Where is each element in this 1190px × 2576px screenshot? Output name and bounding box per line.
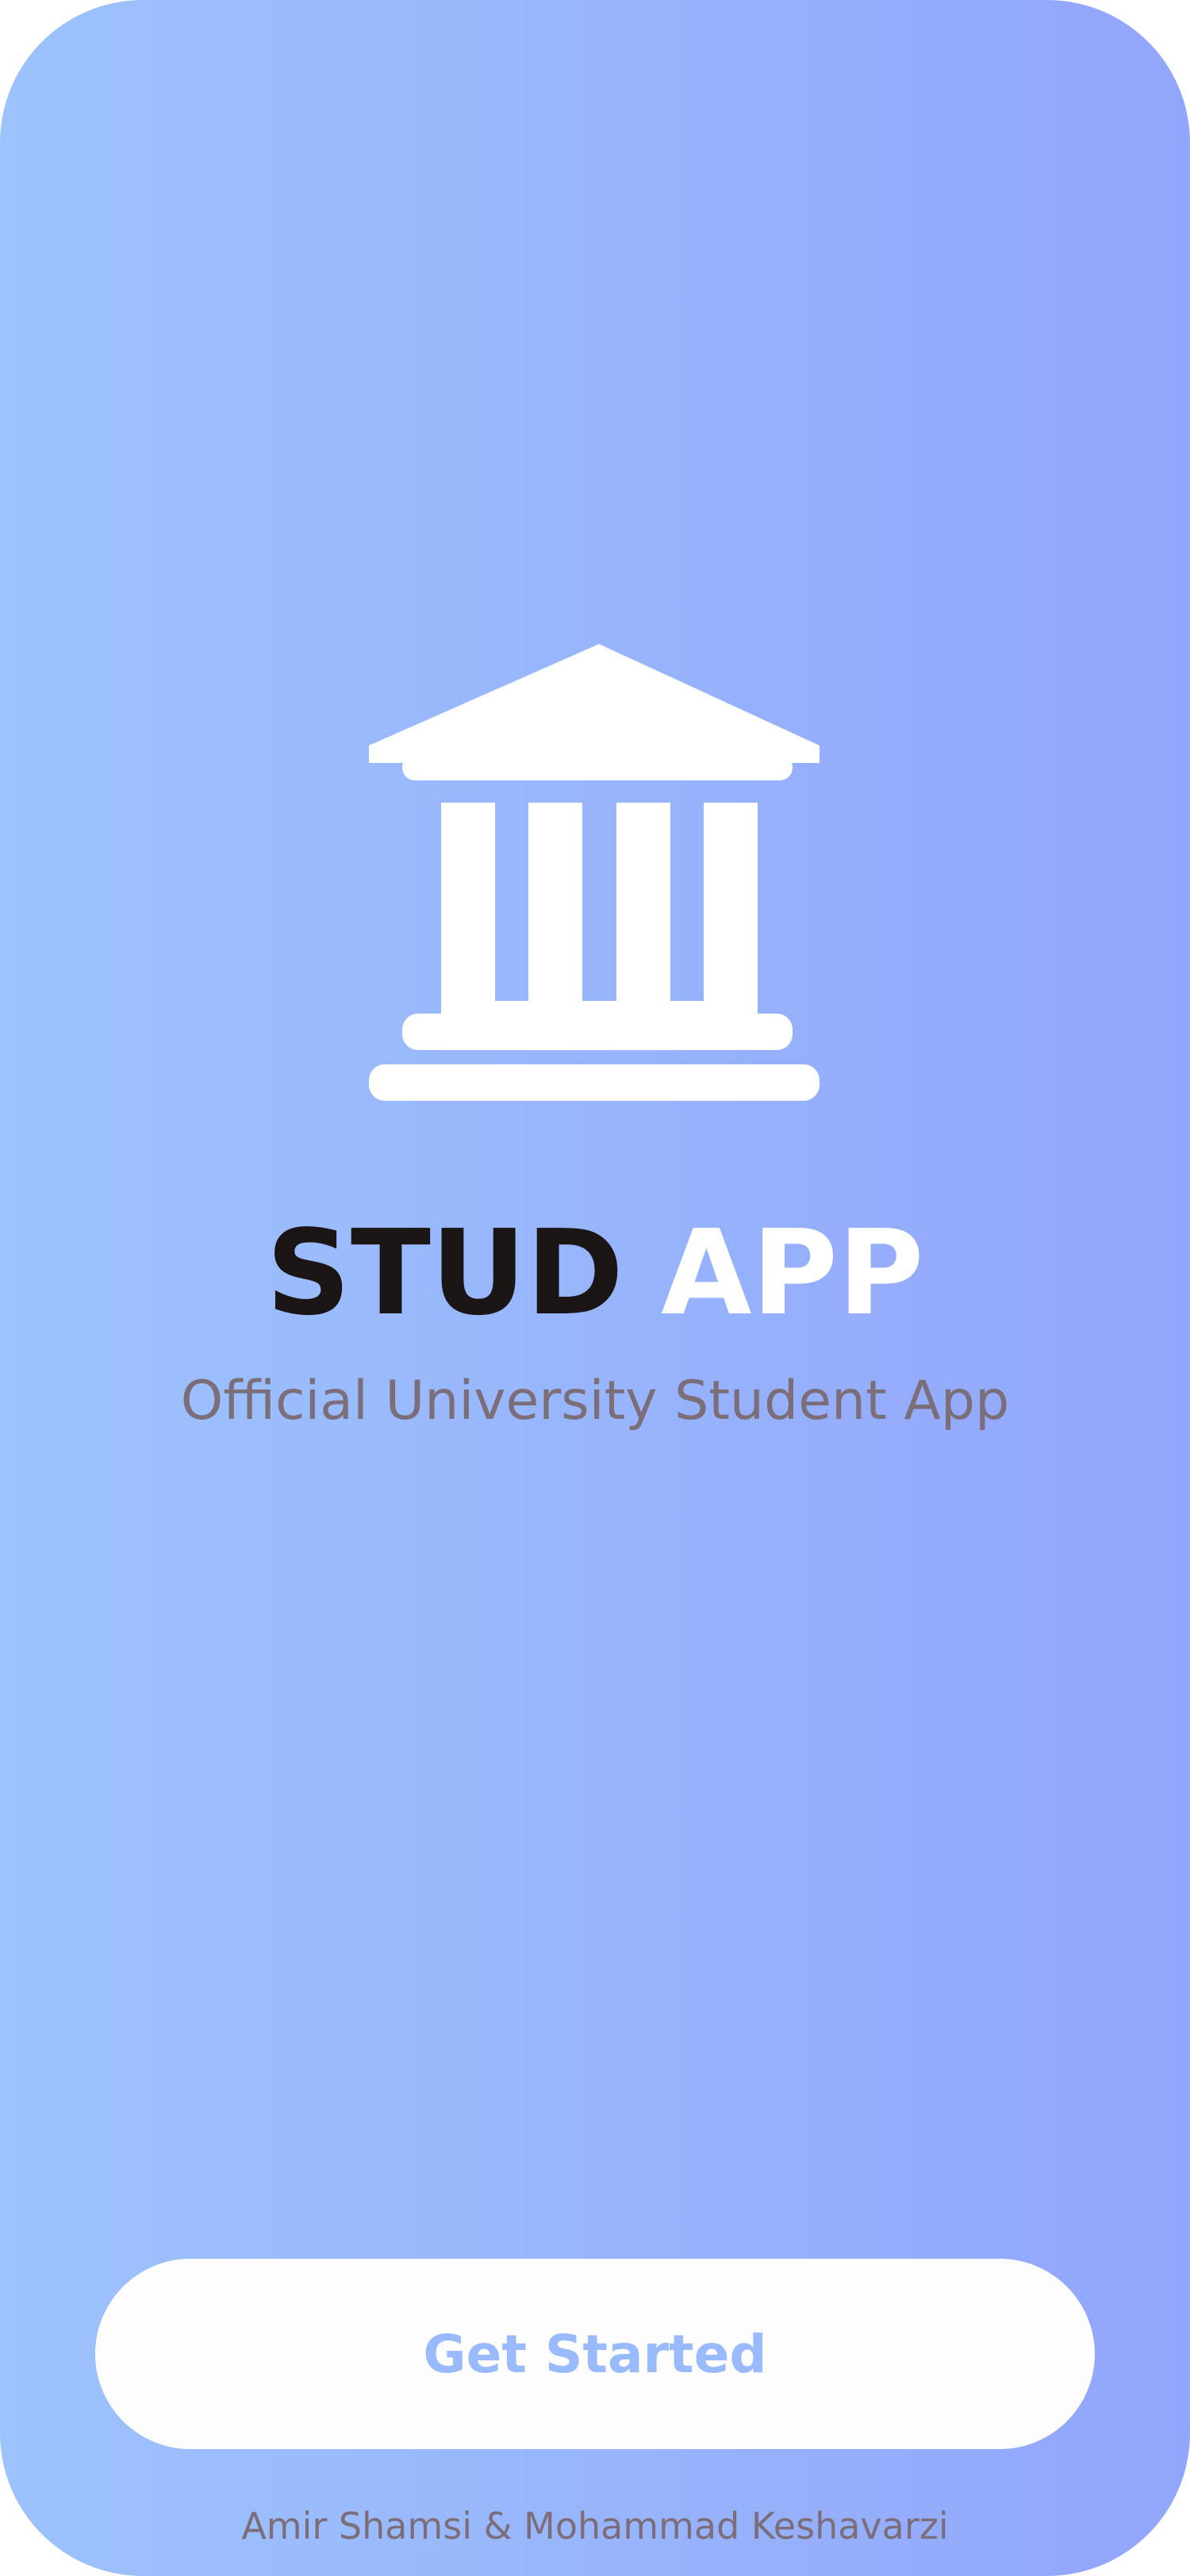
app-title-stud: STUD bbox=[266, 1205, 624, 1341]
app-title-app: APP bbox=[661, 1205, 924, 1341]
splash-screen: STUD APP Official University Student App… bbox=[0, 0, 1190, 2576]
app-title: STUD APP bbox=[0, 1209, 1190, 1336]
credits-text: Amir Shamsi & Mohammad Keshavarzi bbox=[241, 2505, 949, 2547]
get-started-label: Get Started bbox=[423, 2323, 767, 2385]
get-started-button[interactable]: Get Started bbox=[95, 2259, 1095, 2449]
app-subtitle: Official University Student App bbox=[180, 1370, 1010, 1432]
university-building-icon bbox=[369, 644, 820, 1101]
